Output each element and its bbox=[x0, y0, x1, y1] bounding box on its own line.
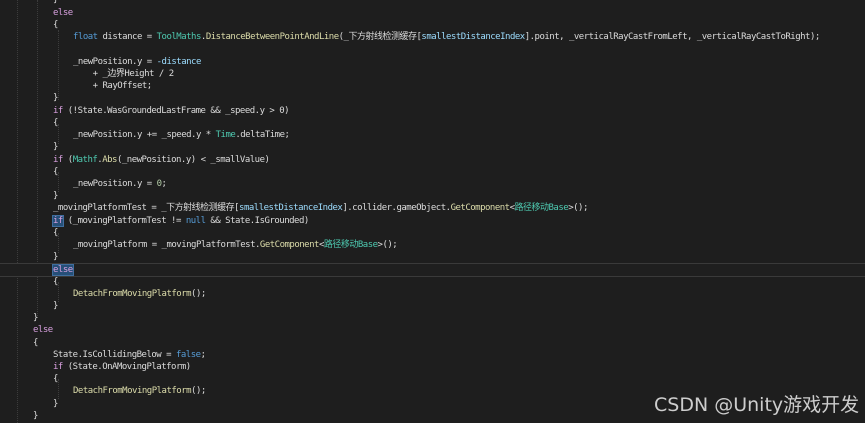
code-line[interactable]: { bbox=[0, 166, 865, 178]
code-token: float bbox=[73, 32, 98, 42]
code-token: (); bbox=[191, 289, 206, 299]
code-token: 路径移动Base bbox=[323, 240, 378, 250]
code-token: _movingPlatform = _movingPlatformTest. bbox=[73, 240, 260, 250]
code-editor[interactable]: } else{float distance = ToolMaths.Distanc… bbox=[0, 0, 865, 423]
code-line[interactable]: } bbox=[0, 0, 865, 6]
code-line[interactable]: + RayOffset; bbox=[0, 80, 865, 92]
code-line[interactable]: if (_movingPlatformTest != null && State… bbox=[0, 215, 865, 227]
code-token: >(); bbox=[377, 240, 398, 250]
code-token: GetComponent bbox=[259, 240, 320, 250]
code-line[interactable] bbox=[0, 44, 865, 56]
code-line[interactable]: { bbox=[0, 337, 865, 349]
code-line[interactable]: _movingPlatformTest = _下方射线检测缓存[smallest… bbox=[0, 202, 865, 214]
code-token: } bbox=[33, 313, 38, 323]
code-token: ; bbox=[200, 350, 206, 360]
code-token: } bbox=[53, 142, 58, 152]
code-token: ].point, _verticalRayCastFromLeft, _vert… bbox=[524, 32, 821, 42]
code-token: smallestDistanceIndex bbox=[239, 203, 343, 213]
code-token: } bbox=[33, 411, 38, 421]
code-line[interactable]: { bbox=[0, 276, 865, 288]
code-line[interactable]: if (Mathf.Abs(_newPosition.y) < _smallVa… bbox=[0, 154, 865, 166]
code-token: + RayOffset; bbox=[73, 81, 153, 91]
code-token: } bbox=[53, 252, 58, 262]
code-line[interactable]: _newPosition.y = -distance bbox=[0, 56, 865, 68]
code-token: { bbox=[53, 374, 58, 384]
code-line[interactable]: } bbox=[0, 92, 865, 104]
code-token: DetachFromMovingPlatform bbox=[73, 386, 192, 396]
code-token: { bbox=[53, 167, 58, 177]
code-token: (_newPosition.y) < _smallValue) bbox=[116, 155, 270, 165]
code-line[interactable]: { bbox=[0, 227, 865, 239]
watermark-text: CSDN @Unity游戏开发 bbox=[654, 394, 860, 416]
code-line[interactable]: else bbox=[0, 7, 865, 19]
code-token: null bbox=[185, 216, 206, 226]
code-token: State.IsCollidingBelow = bbox=[53, 350, 176, 360]
code-line[interactable]: State.IsCollidingBelow = false; bbox=[0, 349, 865, 361]
code-token: { bbox=[53, 277, 58, 287]
code-line[interactable]: float distance = ToolMaths.DistanceBetwe… bbox=[0, 31, 865, 43]
code-line[interactable]: } bbox=[0, 312, 865, 324]
code-token: >(); bbox=[568, 203, 588, 213]
code-token: (!State.WasGroundedLastFrame && _speed.y… bbox=[62, 106, 290, 116]
code-token: { bbox=[53, 118, 58, 128]
code-token: (); bbox=[191, 386, 206, 396]
code-line[interactable]: } bbox=[0, 190, 865, 202]
code-token: && State.IsGrounded) bbox=[205, 216, 309, 226]
code-token: else bbox=[33, 325, 53, 335]
code-line[interactable]: { bbox=[0, 373, 865, 385]
code-token: ; bbox=[161, 179, 167, 189]
code-line[interactable]: DetachFromMovingPlatform(); bbox=[0, 288, 865, 300]
code-token: } bbox=[53, 0, 58, 5]
code-token: _newPosition.y = bbox=[73, 57, 157, 67]
code-token: 路径移动Base bbox=[514, 203, 569, 213]
code-token: (State.OnAMovingPlatform) bbox=[62, 362, 191, 372]
code-token: { bbox=[33, 338, 38, 348]
code-token: { bbox=[53, 20, 58, 30]
code-line[interactable]: + _边界Height / 2 bbox=[0, 68, 865, 80]
code-token: if bbox=[53, 362, 63, 372]
code-token: Time bbox=[215, 130, 236, 140]
code-token: _newPosition.y += _speed.y * bbox=[73, 130, 216, 140]
code-token: (_movingPlatformTest != bbox=[62, 216, 186, 226]
code-line[interactable]: } bbox=[0, 141, 865, 153]
code-token: { bbox=[53, 228, 58, 238]
code-token: (_下方射线检测缓存[ bbox=[338, 32, 422, 42]
code-line[interactable]: { bbox=[0, 117, 865, 129]
code-token: ].collider.gameObject. bbox=[342, 203, 451, 213]
code-line[interactable]: _newPosition.y = 0; bbox=[0, 178, 865, 190]
code-line[interactable]: } bbox=[0, 251, 865, 263]
code-line-current[interactable]: else bbox=[0, 263, 865, 277]
code-token: else bbox=[53, 8, 73, 18]
code-token: GetComponent bbox=[450, 203, 511, 213]
code-token: if bbox=[52, 215, 64, 227]
code-token: } bbox=[53, 399, 58, 409]
code-token: if bbox=[53, 106, 63, 116]
code-line[interactable]: _movingPlatform = _movingPlatformTest.Ge… bbox=[0, 239, 865, 251]
code-line[interactable]: } bbox=[0, 300, 865, 312]
code-token: DistanceBetweenPointAndLine bbox=[205, 32, 339, 42]
code-token: else bbox=[52, 264, 74, 276]
code-token: + _边界Height / 2 bbox=[73, 69, 174, 79]
code-line[interactable]: else bbox=[0, 324, 865, 336]
code-token: _newPosition.y = bbox=[73, 179, 157, 189]
code-token: DetachFromMovingPlatform bbox=[73, 289, 192, 299]
code-token: Mathf bbox=[72, 155, 98, 165]
code-token: ( bbox=[62, 155, 73, 165]
code-token: distance = bbox=[97, 32, 157, 42]
code-token: } bbox=[53, 93, 58, 103]
code-token: if bbox=[53, 155, 63, 165]
code-token: smallestDistanceIndex bbox=[421, 32, 525, 42]
code-token: _movingPlatformTest = _下方射线检测缓存[ bbox=[53, 203, 240, 213]
code-line[interactable]: { bbox=[0, 19, 865, 31]
code-token: } bbox=[53, 301, 58, 311]
code-line[interactable]: if (!State.WasGroundedLastFrame && _spee… bbox=[0, 105, 865, 117]
code-token: } bbox=[53, 191, 58, 201]
code-token: false bbox=[175, 350, 201, 360]
code-line[interactable]: _newPosition.y += _speed.y * Time.deltaT… bbox=[0, 129, 865, 141]
code-token: .deltaTime; bbox=[235, 130, 290, 140]
code-token: ToolMaths bbox=[156, 32, 202, 42]
code-token: Abs bbox=[102, 155, 117, 165]
code-token: -distance bbox=[156, 57, 202, 67]
code-line[interactable]: if (State.OnAMovingPlatform) bbox=[0, 361, 865, 373]
